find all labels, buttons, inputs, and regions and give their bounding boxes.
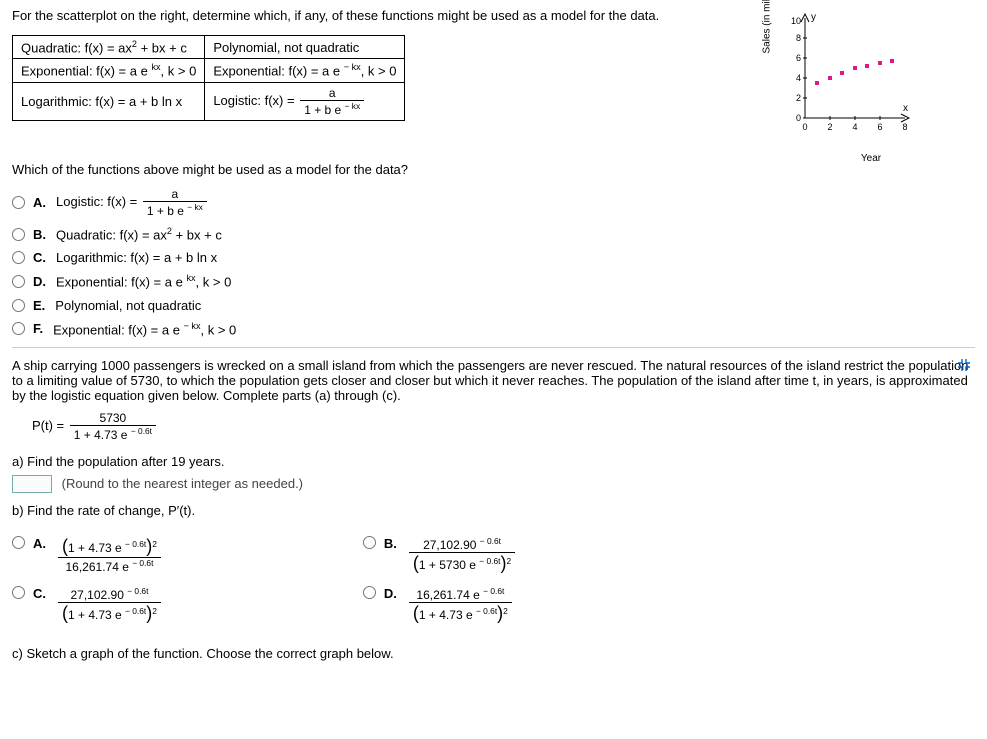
choice-b-b[interactable]: B. 27,102.90 − 0.6t (1 + 5730 e − 0.6t)2 <box>363 536 517 574</box>
hint-a: (Round to the nearest integer as needed.… <box>62 476 303 491</box>
choice-d[interactable]: D. Exponential: f(x) = a e kx, k > 0 <box>12 273 975 289</box>
cell-quadratic: Quadratic: f(x) = ax2 + bx + c <box>13 36 205 59</box>
logistic-equation: P(t) = 5730 1 + 4.73 e − 0.6t <box>32 411 975 442</box>
radio-d[interactable] <box>12 275 25 288</box>
scatterplot: Sales (in millions) y x 0 2 4 6 8 10 <box>775 8 935 148</box>
choice-b-c[interactable]: C. 27,102.90 − 0.6t (1 + 4.73 e − 0.6t)2 <box>12 586 163 624</box>
divider <box>12 347 975 348</box>
x-end-label: x <box>903 103 908 114</box>
x-axis-label: Year <box>861 153 881 164</box>
svg-text:6: 6 <box>796 53 801 63</box>
svg-text:0: 0 <box>802 122 807 132</box>
part-c-label: c) Sketch a graph of the function. Choos… <box>12 646 975 661</box>
y-axis-label: Sales (in millions) <box>762 0 773 54</box>
y-end-label: y <box>811 12 816 23</box>
radio-b-b[interactable] <box>363 536 376 549</box>
radio-b-c[interactable] <box>12 586 25 599</box>
choice-c[interactable]: C. Logarithmic: f(x) = a + b ln x <box>12 250 975 265</box>
answer-input-a[interactable] <box>12 475 52 493</box>
svg-text:2: 2 <box>796 93 801 103</box>
radio-b[interactable] <box>12 228 25 241</box>
svg-text:10: 10 <box>791 16 801 26</box>
svg-text:2: 2 <box>827 122 832 132</box>
choice-f[interactable]: F. Exponential: f(x) = a e − kx, k > 0 <box>12 321 975 337</box>
part-a-label: a) Find the population after 19 years. <box>12 454 975 469</box>
function-table: Quadratic: f(x) = ax2 + bx + c Polynomia… <box>12 35 405 121</box>
svg-text:6: 6 <box>877 122 882 132</box>
svg-text:4: 4 <box>852 122 857 132</box>
choice-b[interactable]: B. Quadratic: f(x) = ax2 + bx + c <box>12 226 975 242</box>
cell-exp-pos: Exponential: f(x) = a e kx, k > 0 <box>13 59 205 82</box>
radio-a[interactable] <box>12 196 25 209</box>
radio-b-a[interactable] <box>12 536 25 549</box>
choice-b-a[interactable]: A. (1 + 4.73 e − 0.6t)2 16,261.74 e − 0.… <box>12 536 163 574</box>
cell-exp-neg: Exponential: f(x) = a e − kx, k > 0 <box>205 59 405 82</box>
part-b-label: b) Find the rate of change, P′(t). <box>12 503 975 518</box>
radio-e[interactable] <box>12 299 25 312</box>
expand-icon[interactable] <box>957 358 971 375</box>
q2-prompt: A ship carrying 1000 passengers is wreck… <box>12 358 975 403</box>
cell-logistic: Logistic: f(x) = a 1 + b e − kx <box>205 82 405 120</box>
svg-text:8: 8 <box>902 122 907 132</box>
svg-text:4: 4 <box>796 73 801 83</box>
radio-b-d[interactable] <box>363 586 376 599</box>
choice-b-d[interactable]: D. 16,261.74 e − 0.6t (1 + 4.73 e − 0.6t… <box>363 586 517 624</box>
radio-c[interactable] <box>12 251 25 264</box>
svg-text:0: 0 <box>796 113 801 123</box>
choice-a[interactable]: A. Logistic: f(x) = a1 + b e − kx <box>12 187 975 218</box>
cell-poly: Polynomial, not quadratic <box>205 36 405 59</box>
cell-log: Logarithmic: f(x) = a + b ln x <box>13 82 205 120</box>
q1-prompt: For the scatterplot on the right, determ… <box>12 8 755 23</box>
q1-subprompt: Which of the functions above might be us… <box>12 162 975 177</box>
svg-text:8: 8 <box>796 33 801 43</box>
choice-e[interactable]: E. Polynomial, not quadratic <box>12 298 975 313</box>
radio-f[interactable] <box>12 322 25 335</box>
